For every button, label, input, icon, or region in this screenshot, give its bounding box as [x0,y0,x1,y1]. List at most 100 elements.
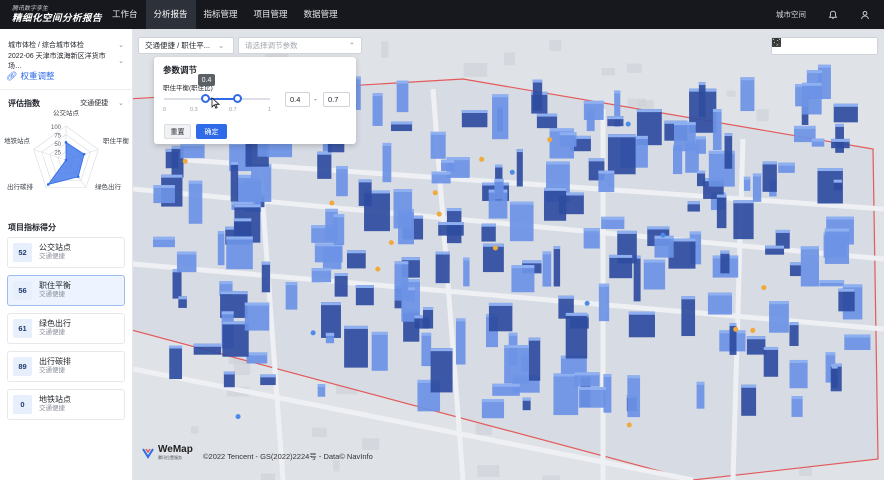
map-poi[interactable] [375,266,381,272]
user-icon[interactable] [860,10,870,20]
map-block [626,63,642,73]
map-building-roof [528,337,541,341]
settings-icon[interactable] [772,38,856,54]
score-card[interactable]: 61 绿色出行 交通便捷 [7,313,125,344]
nav-item-project-mgmt[interactable]: 项目管理 [246,0,296,29]
map-building-roof [492,383,520,387]
card-name: 地铁站点 [39,395,71,405]
slider-tooltip: 0.4 [198,74,215,86]
map-building-roof [246,352,268,356]
app-logo[interactable]: 腾讯数字孪生 精细化空间分析报告 [0,6,104,24]
map-poi[interactable] [436,211,442,217]
divider [0,89,132,90]
card-category: 交通便捷 [39,329,65,337]
nav-item-workbench[interactable]: 工作台 [104,0,146,29]
map-poi[interactable] [235,414,241,420]
score-card[interactable]: 52 公交站点 交通便捷 [7,237,125,268]
radar-point [64,141,68,144]
map-building [763,346,779,377]
param-select[interactable]: 请选择调节参数 ⌃ [238,37,362,54]
map-poi[interactable] [625,121,631,127]
map-building [565,312,588,359]
nav-item-indicator-mgmt[interactable]: 指标管理 [196,0,246,29]
map-building-roof [831,138,850,142]
map-building-roof [285,282,298,286]
nav-item-data-mgmt[interactable]: 数据管理 [296,0,346,29]
map-building-roof [553,246,561,250]
indicator-select-value: 交通便捷 / 职住平... [145,41,211,50]
score-card[interactable]: 56 职住平衡 交通便捷 [7,275,125,306]
max-value-input[interactable]: 0.7 [323,92,350,107]
map-building-roof [222,321,249,325]
map-poi[interactable] [388,240,394,246]
weight-adjust-link[interactable]: 🔗︎ 权重调整 [0,69,132,83]
map-poi[interactable] [492,245,498,251]
map-poi[interactable] [733,326,739,332]
map-building-roof [789,262,802,266]
map-poi[interactable] [761,285,767,291]
radar-point [82,152,86,156]
map-building [321,302,341,338]
indicator-select[interactable]: 交通便捷 / 职住平... ⌄ [138,37,234,54]
eval-index-select[interactable]: 交通便捷 ⌄ [80,98,124,108]
project-select[interactable]: 2022-06 天津市滨海新区洋货市场… ⌄ [0,53,132,70]
map-building [435,251,450,284]
slider-tick: 0.3 [190,107,198,113]
nav-item-analysis-report[interactable]: 分析报告 [145,0,196,29]
map-building-roof [607,134,636,138]
eval-index-value: 交通便捷 [80,100,109,107]
min-value-input[interactable]: 0.4 [285,92,310,107]
person-icon[interactable] [772,38,877,54]
confirm-button[interactable]: 确定 [196,124,227,139]
map-building [789,359,808,389]
map-building [762,161,777,192]
map-building-roof [733,200,754,204]
range-slider-handle-min[interactable] [201,94,211,103]
map-poi[interactable] [660,232,666,238]
map-building-roof [461,110,488,114]
map-poi[interactable] [509,169,515,175]
map-poi[interactable] [479,156,485,162]
radar-tick-label: 25 [54,151,61,157]
map-building-roof [455,318,466,322]
map-poi[interactable] [750,327,756,333]
map-building [334,273,348,297]
score-card[interactable]: 89 出行碳排 交通便捷 [7,351,125,382]
city-space-link[interactable]: 城市空间 [776,9,806,20]
map-building-roof [789,322,799,326]
map-poi[interactable] [329,200,335,206]
param-panel-title: 参数调节 [163,65,198,75]
map-poi[interactable] [182,158,188,164]
pie-chart-icon[interactable] [772,38,835,54]
score-value: 56 [13,281,32,300]
map-building-roof [838,288,855,292]
map-building-roof [819,279,845,283]
score-card[interactable]: 0 地铁站点 交通便捷 [7,389,125,420]
map-building-roof [217,231,225,235]
map-building [696,381,705,409]
layers-icon[interactable] [772,38,814,54]
range-slider-handle-max[interactable] [233,94,243,103]
map-building-roof [344,325,368,329]
map-building [261,261,271,293]
map-building-roof [508,332,518,336]
map-poi[interactable] [547,137,553,143]
project-scores-title: 项目指标得分 [8,223,56,232]
map-building-roof [696,381,705,385]
map-building-roof [583,228,600,232]
map-building [333,214,345,246]
map-building-roof [382,142,392,146]
map-poi[interactable] [310,330,316,336]
bell-icon[interactable] [828,10,838,20]
score-value: 89 [13,357,32,376]
map-building-roof [712,109,722,113]
map-poi[interactable] [626,422,632,428]
map-poi[interactable] [584,300,590,306]
wemap-logo: WeMap 腾讯位置服务 [142,444,193,461]
map-building [643,259,666,290]
map-building-roof [230,161,239,165]
map-poi[interactable] [432,190,438,196]
reset-button[interactable]: 重置 [164,124,191,139]
map-building-roof [421,332,432,336]
map-building-roof [643,259,666,263]
